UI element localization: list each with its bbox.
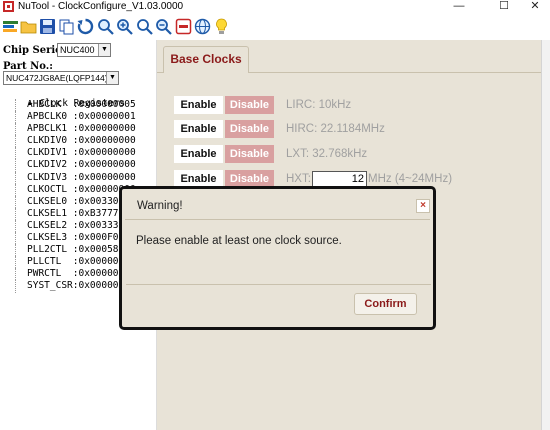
hirc-label: HIRC: 22.1184MHz <box>286 123 385 135</box>
copy-icon[interactable] <box>58 18 75 35</box>
register-row[interactable]: CLKDIV3 :0x00000000 <box>15 171 157 184</box>
lirc-label: LIRC: 10kHz <box>286 99 352 111</box>
register-row[interactable]: CLKDIV0 :0x00000000 <box>15 135 157 148</box>
minimize-button[interactable]: — <box>444 0 474 14</box>
nutool-app-icon <box>3 1 14 12</box>
search-icon[interactable] <box>136 18 153 35</box>
part-no-value: NUC472JG8AE(LQFP144) <box>6 73 108 83</box>
close-window-button[interactable]: ✕ <box>520 0 550 14</box>
refresh-icon[interactable] <box>77 18 94 35</box>
dialog-message: Please enable at least one clock source. <box>136 235 342 247</box>
chevron-down-icon: ▼ <box>106 72 118 84</box>
stop-icon[interactable] <box>175 18 192 35</box>
chevron-down-icon: ▼ <box>98 44 110 56</box>
zoom-icon[interactable] <box>97 18 114 35</box>
maximize-button[interactable]: ☐ <box>489 0 519 14</box>
open-folder-icon[interactable] <box>20 18 37 35</box>
warning-dialog: Warning! × Please enable at least one cl… <box>119 186 436 330</box>
zoom-out-icon[interactable] <box>155 18 172 35</box>
part-no-select[interactable]: NUC472JG8AE(LQFP144) ▼ <box>3 71 119 85</box>
register-row[interactable]: AHBCLK :0x00000005 <box>15 99 157 112</box>
zoom-in-icon[interactable] <box>116 18 133 35</box>
toolbar <box>0 14 550 40</box>
confirm-button[interactable]: Confirm <box>354 293 417 315</box>
dialog-title: Warning! <box>137 200 183 212</box>
chip-series-value: NUC400 <box>60 45 95 55</box>
hirc-disable-button[interactable]: Disable <box>225 120 274 138</box>
lxt-enable-button[interactable]: Enable <box>174 145 223 163</box>
vertical-scrollbar[interactable] <box>541 40 550 430</box>
bars-chart-icon[interactable] <box>2 18 19 35</box>
hxt-unit-label: MHz (4~24MHz) <box>368 173 453 185</box>
lirc-enable-button[interactable]: Enable <box>174 96 223 114</box>
title-bar: NuTool - ClockConfigure_V1.03.0000 — ☐ ✕ <box>0 0 550 14</box>
dialog-header: Warning! × <box>125 192 430 220</box>
register-row[interactable]: CLKDIV2 :0x00000000 <box>15 159 157 172</box>
hxt-label: HXT: <box>286 173 311 185</box>
register-row[interactable]: CLKDIV1 :0x00000000 <box>15 147 157 160</box>
dialog-close-icon[interactable]: × <box>416 199 430 213</box>
lxt-disable-button[interactable]: Disable <box>225 145 274 163</box>
register-row[interactable]: APBCLK1 :0x00000000 <box>15 123 157 136</box>
tab-base-clocks[interactable]: Base Clocks <box>163 46 249 73</box>
lightbulb-icon[interactable] <box>213 18 230 35</box>
globe-icon[interactable] <box>194 18 211 35</box>
chip-series-select[interactable]: NUC400 ▼ <box>57 43 111 57</box>
lirc-disable-button[interactable]: Disable <box>225 96 274 114</box>
hxt-frequency-input[interactable]: 12 <box>312 171 367 187</box>
dialog-divider <box>126 284 431 285</box>
hirc-enable-button[interactable]: Enable <box>174 120 223 138</box>
register-row[interactable]: APBCLK0 :0x00000001 <box>15 111 157 124</box>
save-disk-icon[interactable] <box>39 18 56 35</box>
window-title: NuTool - ClockConfigure_V1.03.0000 <box>18 1 184 12</box>
lxt-label: LXT: 32.768kHz <box>286 148 368 160</box>
